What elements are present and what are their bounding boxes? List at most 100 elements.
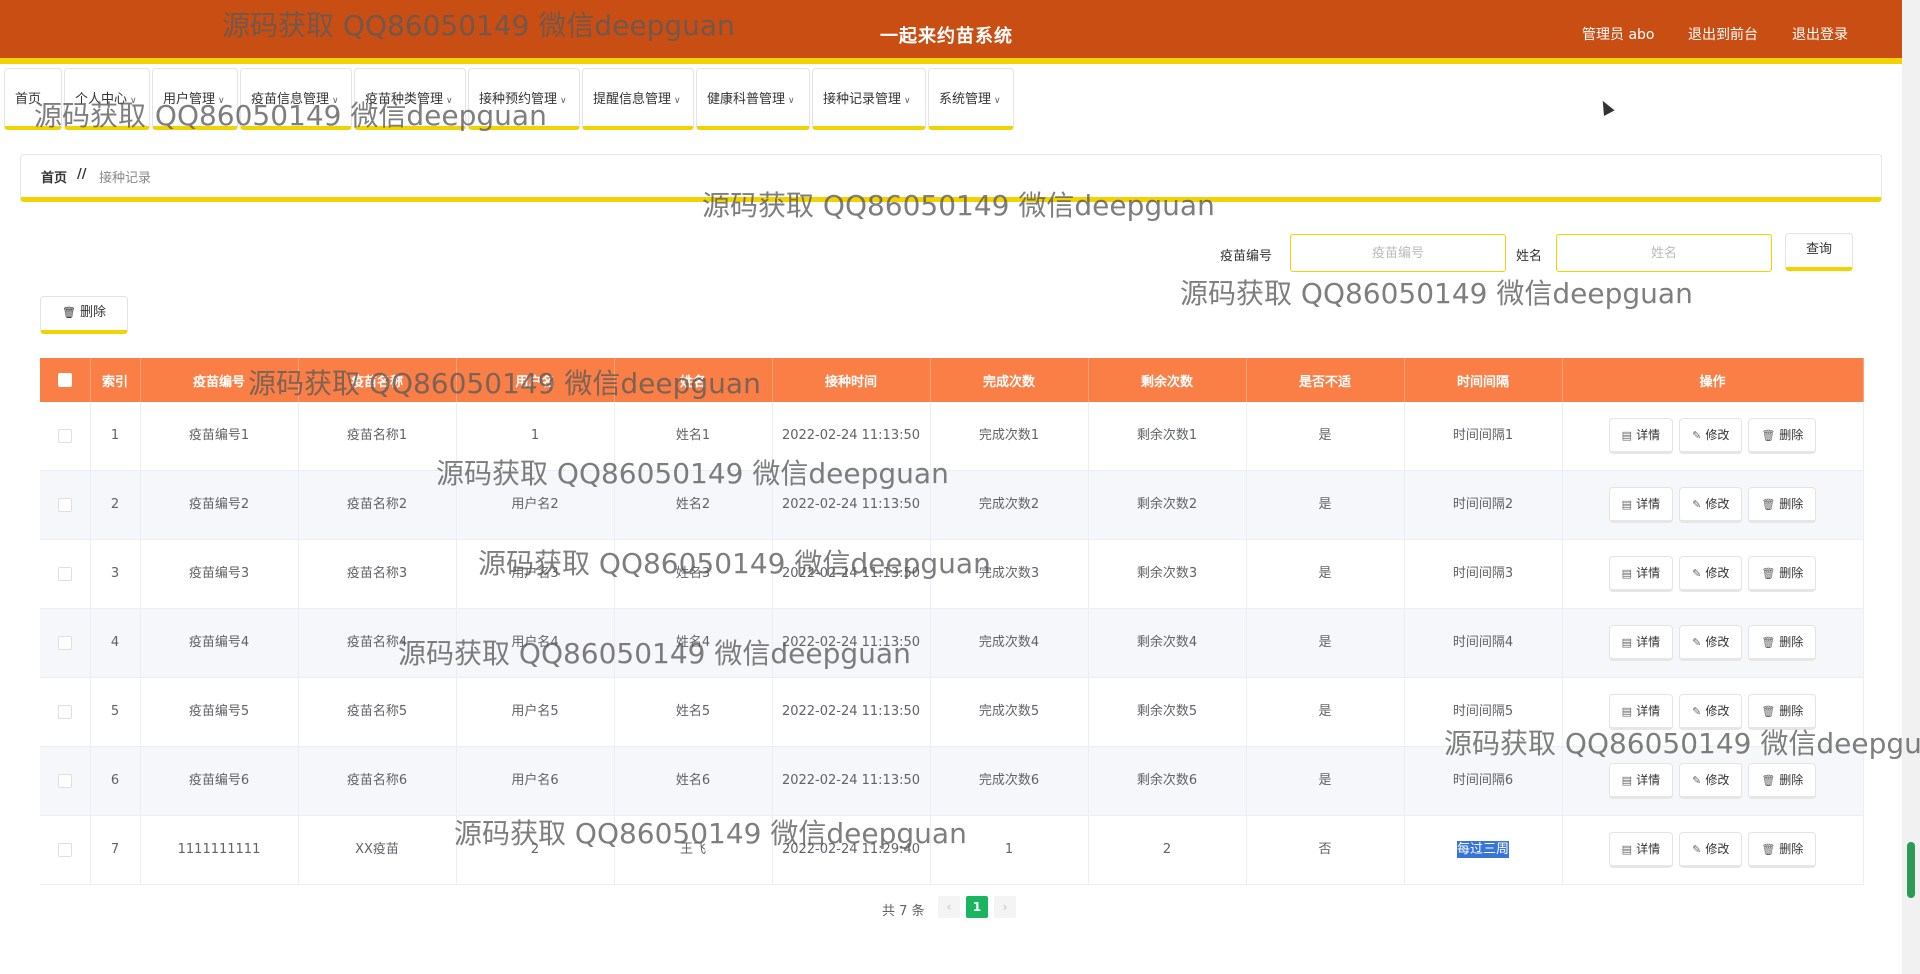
nav-item-personal[interactable]: 个人中心 ∨ <box>64 68 150 130</box>
row-checkbox[interactable] <box>57 428 72 443</box>
detail-button[interactable]: ▤ 详情 <box>1608 694 1674 730</box>
cell-row-index: 4 <box>90 608 141 678</box>
row-checkbox[interactable] <box>57 704 72 719</box>
edit-button[interactable]: ✎ 修改 <box>1679 418 1743 454</box>
cell-name: 姓名1 <box>614 402 773 471</box>
row-checkbox[interactable] <box>57 566 72 581</box>
document-icon: ▤ <box>1621 567 1633 580</box>
detail-button[interactable]: ▤ 详情 <box>1608 763 1674 799</box>
nav-item-vaccine-info[interactable]: 疫苗信息管理 ∨ <box>240 68 352 130</box>
cell-completed-count: 完成次数2 <box>930 470 1089 540</box>
row-select-cell <box>40 677 91 747</box>
detail-label: 详情 <box>1636 428 1661 442</box>
detail-button[interactable]: ▤ 详情 <box>1608 418 1674 454</box>
nav-item-appointment[interactable]: 接种预约管理 ∨ <box>468 68 580 130</box>
breadcrumb-home[interactable]: 首页 <box>41 167 67 186</box>
document-icon: ▤ <box>1621 843 1633 856</box>
row-select-cell <box>40 470 91 540</box>
select-all-checkbox[interactable] <box>57 373 72 387</box>
batch-delete-button[interactable]: 🗑 删除 <box>40 296 128 334</box>
cell-row-index: 5 <box>90 677 141 747</box>
admin-label: 管理员 abo <box>1582 27 1655 43</box>
delete-button[interactable]: 🗑 删除 <box>1748 418 1817 454</box>
delete-label: 删除 <box>1779 704 1804 718</box>
nav-item-reminder[interactable]: 提醒信息管理 ∨ <box>582 68 694 130</box>
trash-icon: 🗑 <box>1761 429 1776 442</box>
row-checkbox[interactable] <box>57 842 72 857</box>
delete-button[interactable]: 🗑 删除 <box>1748 832 1817 868</box>
cell-vaccine-no: 疫苗编号3 <box>140 539 299 609</box>
cell-remaining-count: 剩余次数5 <box>1088 677 1247 747</box>
cell-vaccine-no: 疫苗编号2 <box>140 470 299 540</box>
cell-row-index: 7 <box>90 815 141 885</box>
nav-item-vaccine-type[interactable]: 疫苗种类管理 ∨ <box>354 68 466 130</box>
exit-to-front-link[interactable]: 退出到前台 <box>1688 24 1758 44</box>
query-button[interactable]: 查询 <box>1785 233 1853 271</box>
delete-label: 删除 <box>1779 635 1804 649</box>
cell-completed-count: 完成次数1 <box>930 402 1089 471</box>
cell-remaining-count: 剩余次数4 <box>1088 608 1247 678</box>
row-checkbox[interactable] <box>57 635 72 650</box>
pencil-icon: ✎ <box>1692 705 1702 718</box>
delete-button[interactable]: 🗑 删除 <box>1748 487 1817 523</box>
delete-button[interactable]: 🗑 删除 <box>1748 694 1817 730</box>
row-checkbox[interactable] <box>57 773 72 788</box>
next-page-button[interactable]: › <box>994 896 1016 918</box>
delete-button[interactable]: 🗑 删除 <box>1748 625 1817 661</box>
edit-button[interactable]: ✎ 修改 <box>1679 625 1743 661</box>
table-row: 1 疫苗编号1 疫苗名称1 1 姓名1 2022-02-24 11:13:50 完成次数1 剩… <box>40 402 1864 471</box>
chevron-down-icon: ∨ <box>560 96 567 106</box>
edit-button[interactable]: ✎ 修改 <box>1679 694 1743 730</box>
page-scrollbar[interactable] <box>1902 0 1920 974</box>
logout-link[interactable]: 退出登录 <box>1792 24 1848 44</box>
chevron-down-icon: ∨ <box>332 96 339 106</box>
chevron-down-icon: ∨ <box>130 96 137 106</box>
pencil-icon: ✎ <box>1692 843 1702 856</box>
edit-label: 修改 <box>1705 704 1730 718</box>
name-input[interactable] <box>1556 234 1772 272</box>
row-checkbox[interactable] <box>57 497 72 512</box>
table-row: 2 疫苗编号2 疫苗名称2 用户名2 姓名2 2022-02-24 11:13:50 完成次… <box>40 470 1864 540</box>
delete-label: 删除 <box>1779 566 1804 580</box>
nav-item-users[interactable]: 用户管理 ∨ <box>152 68 238 130</box>
table-row: 5 疫苗编号5 疫苗名称5 用户名5 姓名5 2022-02-24 11:13:50 完成次… <box>40 677 1864 747</box>
records-table: 索引 疫苗编号 疫苗名称 用户名 姓名 接种时间 完成次数 剩余次数 是否不适 … <box>40 358 1864 885</box>
column-header: 疫苗名称 <box>298 358 457 402</box>
edit-label: 修改 <box>1705 497 1730 511</box>
nav-label: 健康科普管理 <box>707 92 786 107</box>
pencil-icon: ✎ <box>1692 636 1702 649</box>
detail-button[interactable]: ▤ 详情 <box>1608 832 1674 868</box>
detail-button[interactable]: ▤ 详情 <box>1608 625 1674 661</box>
scrollbar-thumb[interactable] <box>1907 842 1915 898</box>
vaccine-no-input[interactable] <box>1290 234 1506 272</box>
breadcrumb-separator: // <box>77 167 87 182</box>
cell-vaccination-time: 2022-02-24 11:13:50 <box>772 677 931 747</box>
delete-button[interactable]: 🗑 删除 <box>1748 763 1817 799</box>
trash-icon: 🗑 <box>1761 705 1776 718</box>
cell-name: 姓名2 <box>614 470 773 540</box>
pencil-icon: ✎ <box>1692 429 1702 442</box>
nav-label: 接种预约管理 <box>479 92 558 107</box>
delete-label: 删除 <box>1779 842 1804 856</box>
nav-item-system[interactable]: 系统管理 ∨ <box>928 68 1014 130</box>
edit-button[interactable]: ✎ 修改 <box>1679 763 1743 799</box>
cell-vaccine-no: 疫苗编号1 <box>140 402 299 471</box>
cell-discomfort: 是 <box>1246 470 1405 540</box>
edit-button[interactable]: ✎ 修改 <box>1679 832 1743 868</box>
detail-button[interactable]: ▤ 详情 <box>1608 487 1674 523</box>
cell-vaccine-name: 疫苗名称1 <box>298 402 457 471</box>
nav-item-health[interactable]: 健康科普管理 ∨ <box>696 68 810 130</box>
prev-page-button[interactable]: ‹ <box>938 896 960 918</box>
cell-discomfort: 是 <box>1246 539 1405 609</box>
page-1-button[interactable]: 1 <box>966 896 988 918</box>
chevron-down-icon: ∨ <box>904 96 911 106</box>
cell-username: 用户名2 <box>456 470 615 540</box>
name-label: 姓名 <box>1516 249 1543 264</box>
delete-button[interactable]: 🗑 删除 <box>1748 556 1817 592</box>
edit-button[interactable]: ✎ 修改 <box>1679 556 1743 592</box>
nav-item-records[interactable]: 接种记录管理 ∨ <box>812 68 926 130</box>
edit-button[interactable]: ✎ 修改 <box>1679 487 1743 523</box>
detail-button[interactable]: ▤ 详情 <box>1608 556 1674 592</box>
cell-discomfort: 是 <box>1246 746 1405 816</box>
nav-item-home[interactable]: 首页 <box>4 68 62 130</box>
